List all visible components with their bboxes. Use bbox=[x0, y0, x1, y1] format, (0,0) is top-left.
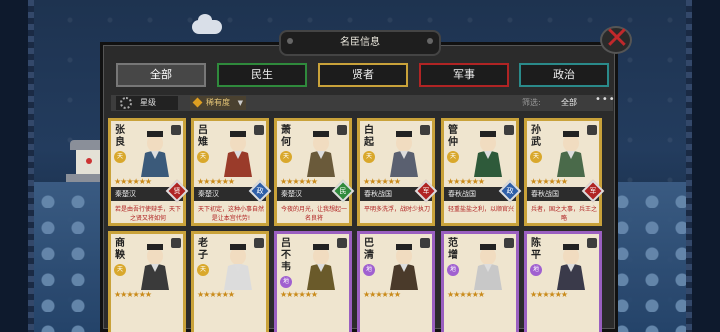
tab-politics[interactable]: 政治 bbox=[519, 63, 609, 87]
star-rating: ★★★★★★ bbox=[280, 290, 318, 299]
minister-quote: 天下初定，这种小事自然是让本宫代劳! bbox=[198, 206, 265, 222]
minister-name: 孙武 bbox=[531, 125, 541, 148]
star-sort-label: 星级 bbox=[140, 98, 156, 107]
star-rating: ★★★★★★ bbox=[197, 290, 235, 299]
star-sort-button[interactable]: 星级 bbox=[116, 96, 178, 110]
minister-name: 范增 bbox=[448, 238, 458, 261]
minister-card[interactable]: 白起天 ★★★★★★ 春秋战国军平明多洗浮，战时少执刀 bbox=[357, 118, 438, 226]
close-icon: ✕ bbox=[604, 21, 630, 56]
minister-card[interactable]: 管仲天 ★★★★★★ 春秋战国政轻重盐盐之利，以顺官兴 bbox=[441, 118, 522, 226]
grade-badge: 天 bbox=[114, 264, 126, 276]
minister-name: 白起 bbox=[364, 125, 374, 148]
grade-badge: 地 bbox=[280, 276, 292, 288]
star-rating: ★★★★★★ bbox=[447, 290, 485, 299]
filter-label: 筛选: bbox=[522, 98, 541, 107]
grade-badge: 天 bbox=[114, 151, 126, 163]
role-label: 贤 bbox=[173, 187, 181, 195]
role-label: 政 bbox=[256, 187, 264, 195]
minister-card[interactable]: 吕雉天 ★★★★★★ 秦楚汉政天下初定，这种小事自然是让本宫代劳! bbox=[191, 118, 272, 226]
tab-military[interactable]: 军事 bbox=[419, 63, 509, 87]
gear-icon bbox=[120, 97, 132, 109]
grade-badge: 天 bbox=[447, 151, 459, 163]
minister-card[interactable]: 陈平地 ★★★★★★ bbox=[524, 231, 602, 332]
minister-card[interactable]: 孙武天 ★★★★★★ 春秋战国军兵者，国之大事，兵王之略 bbox=[524, 118, 605, 226]
grade-badge: 天 bbox=[197, 264, 209, 276]
grade-badge: 地 bbox=[363, 264, 375, 276]
minister-portrait bbox=[466, 129, 510, 177]
minister-portrait bbox=[299, 129, 343, 177]
minister-portrait bbox=[133, 129, 177, 177]
close-button[interactable]: ✕ bbox=[596, 21, 638, 58]
tab-sage[interactable]: 贤者 bbox=[318, 63, 408, 87]
grade-badge: 地 bbox=[447, 264, 459, 276]
filter-value[interactable]: 全部 bbox=[561, 97, 577, 108]
minister-portrait bbox=[133, 242, 177, 290]
minister-card[interactable]: 张良天 ★★★★★★ 秦楚汉贤若是由吾行使辩手，天下之贤又将如何 bbox=[108, 118, 189, 226]
grade-badge: 天 bbox=[197, 151, 209, 163]
rarity-sort-label: 稀有度 bbox=[206, 98, 230, 107]
minister-name: 陈平 bbox=[531, 238, 541, 261]
star-rating: ★★★★★★ bbox=[530, 290, 568, 299]
minister-quote: 兵者，国之大事，兵王之略 bbox=[531, 206, 598, 222]
minister-quote: 若是由吾行使辩手，天下之贤又将如何 bbox=[115, 206, 182, 222]
minister-portrait bbox=[216, 129, 260, 177]
chevron-down-icon: ▼ bbox=[237, 99, 243, 107]
minister-card[interactable]: 范增地 ★★★★★★ bbox=[441, 231, 519, 332]
diamond-icon bbox=[192, 97, 203, 108]
grade-badge: 地 bbox=[530, 264, 542, 276]
minister-card[interactable]: 萧何天 ★★★★★★ 秦楚汉民今夜的月光，让我想起一名良将 bbox=[274, 118, 355, 226]
minister-portrait bbox=[549, 129, 593, 177]
grade-badge: 天 bbox=[530, 151, 542, 163]
role-label: 军 bbox=[422, 187, 430, 195]
minister-name: 萧何 bbox=[281, 125, 291, 148]
minister-card[interactable]: 巴清地 ★★★★★★ bbox=[357, 231, 435, 332]
minister-name: 巴清 bbox=[364, 238, 374, 261]
star-rating: ★★★★★★ bbox=[114, 290, 152, 299]
minister-card[interactable]: 商鞅天 ★★★★★★ bbox=[108, 231, 186, 332]
minister-portrait bbox=[382, 242, 426, 290]
minister-quote: 轻重盐盐之利，以顺官兴 bbox=[448, 206, 515, 213]
cloud-decoration bbox=[192, 14, 222, 34]
panel-title: 名臣信息 bbox=[279, 30, 441, 56]
minister-name: 吕雉 bbox=[198, 125, 208, 148]
minister-card[interactable]: 老子天 ★★★★★★ bbox=[191, 231, 269, 332]
minister-portrait bbox=[549, 242, 593, 290]
minister-portrait bbox=[382, 129, 426, 177]
minister-portrait bbox=[299, 242, 343, 290]
grade-badge: 天 bbox=[363, 151, 375, 163]
minister-name: 张良 bbox=[115, 125, 125, 148]
more-options-button[interactable]: ••• bbox=[595, 94, 616, 105]
role-label: 民 bbox=[339, 187, 347, 195]
rarity-sort-dropdown[interactable]: 稀有度 ▼ bbox=[190, 96, 246, 110]
role-label: 政 bbox=[506, 187, 514, 195]
minister-portrait bbox=[216, 242, 260, 290]
star-rating: ★★★★★★ bbox=[363, 290, 401, 299]
minister-quote: 平明多洗浮，战时少执刀 bbox=[364, 206, 431, 213]
grade-badge: 天 bbox=[280, 151, 292, 163]
minister-name: 吕不韦 bbox=[281, 238, 291, 273]
category-tabs: 全部 民生 贤者 军事 政治 bbox=[116, 63, 612, 87]
minister-card-grid: 张良天 ★★★★★★ 秦楚汉贤若是由吾行使辩手，天下之贤又将如何 吕雉天 ★★★★★★ 秦… bbox=[108, 118, 608, 332]
minister-portrait bbox=[466, 242, 510, 290]
minister-name: 管仲 bbox=[448, 125, 458, 148]
tab-livelihood[interactable]: 民生 bbox=[217, 63, 307, 87]
tab-all[interactable]: 全部 bbox=[116, 63, 206, 87]
minister-name: 老子 bbox=[198, 238, 208, 261]
minister-card[interactable]: 吕不韦地 ★★★★★★ bbox=[274, 231, 352, 332]
minister-quote: 今夜的月光，让我想起一名良将 bbox=[281, 206, 348, 222]
minister-name: 商鞅 bbox=[115, 238, 125, 261]
role-label: 军 bbox=[589, 187, 597, 195]
